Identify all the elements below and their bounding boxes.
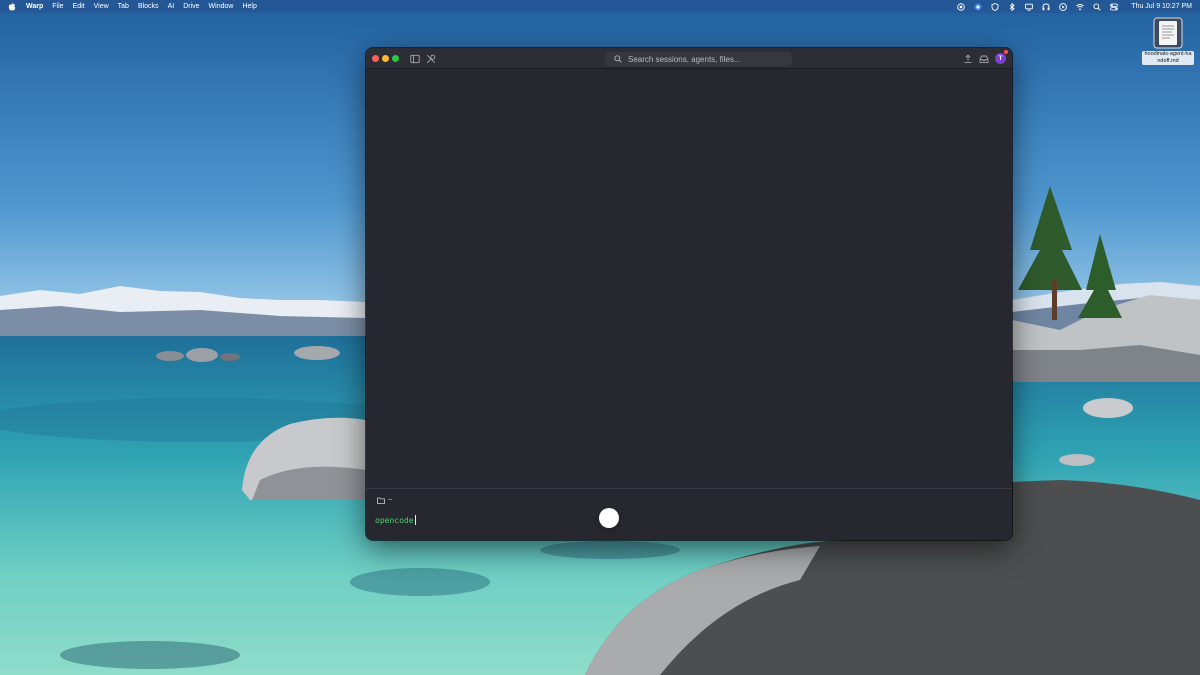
search-icon (614, 55, 622, 63)
headphones-icon[interactable] (1042, 3, 1050, 11)
menu-edit[interactable]: Edit (73, 0, 85, 13)
user-avatar[interactable]: T (995, 53, 1006, 64)
screen-record-icon[interactable] (957, 2, 966, 11)
command-text: opencode (375, 515, 414, 525)
menu-window[interactable]: Window (209, 0, 234, 13)
notification-badge (1004, 50, 1008, 54)
tools-icon[interactable] (426, 54, 436, 64)
menu-file[interactable]: File (52, 0, 63, 13)
control-icon[interactable] (974, 2, 982, 11)
window-minimize-button[interactable] (382, 55, 389, 62)
command-input[interactable]: opencode (375, 515, 416, 525)
text-cursor (414, 515, 416, 525)
upload-icon[interactable] (963, 54, 973, 64)
search-placeholder: Search sessions, agents, files... (628, 54, 741, 64)
desktop-file-label: hoodinals-agent-handoff.md (1142, 51, 1194, 65)
window-titlebar[interactable]: Search sessions, agents, files... T (366, 48, 1012, 69)
mouse-cursor-indicator (599, 508, 619, 528)
menu-app-warp[interactable]: Warp (26, 0, 43, 13)
search-sessions-input[interactable]: Search sessions, agents, files... (605, 52, 792, 66)
search-icon[interactable] (1093, 2, 1101, 11)
display-icon[interactable] (1025, 3, 1034, 11)
window-zoom-button[interactable] (392, 55, 399, 62)
markdown-file-icon (1153, 17, 1183, 49)
sidebar-toggle-icon[interactable] (410, 54, 420, 64)
menu-help[interactable]: Help (242, 0, 256, 13)
warp-window: Search sessions, agents, files... T ~ op… (366, 48, 1012, 540)
terminal-output-area[interactable] (366, 69, 1012, 488)
menu-drive[interactable]: Drive (183, 0, 199, 13)
folder-icon (377, 497, 385, 504)
menu-blocks[interactable]: Blocks (138, 0, 159, 13)
desktop-file-icon-item[interactable]: hoodinals-agent-handoff.md (1140, 17, 1196, 65)
inbox-icon[interactable] (979, 54, 989, 64)
vpn-icon[interactable] (991, 2, 999, 11)
bluetooth-icon[interactable] (1008, 2, 1016, 11)
menu-view[interactable]: View (94, 0, 109, 13)
apple-icon[interactable] (8, 2, 16, 11)
working-directory-chip[interactable]: ~ (377, 496, 392, 505)
wifi-icon[interactable] (1076, 3, 1085, 11)
menu-bar-clock[interactable]: Thu Jul 9 10:27 PM (1131, 0, 1192, 13)
window-close-button[interactable] (372, 55, 379, 62)
menu-tab[interactable]: Tab (118, 0, 129, 13)
terminal-input-area[interactable]: ~ opencode (366, 488, 1012, 540)
control-center-icon[interactable] (1110, 3, 1119, 11)
menu-bar-status-area: Thu Jul 9 10:27 PM (948, 0, 1192, 13)
menu-ai[interactable]: AI (168, 0, 175, 13)
menu-bar: Warp File Edit View Tab Blocks AI Drive … (0, 0, 1200, 13)
working-directory-label: ~ (388, 497, 393, 504)
play-icon[interactable] (1059, 2, 1068, 11)
